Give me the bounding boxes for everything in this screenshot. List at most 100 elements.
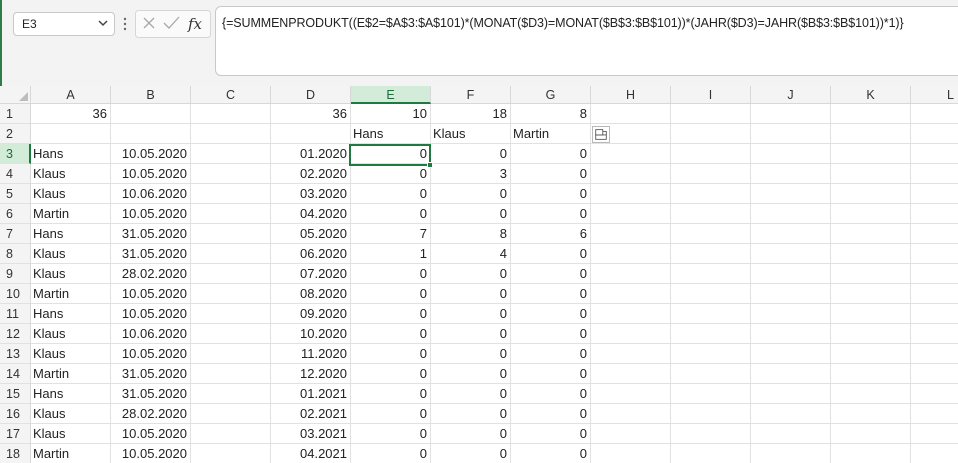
cell-d13[interactable]: 11.2020	[271, 344, 351, 364]
cell-f12[interactable]: 0	[431, 324, 511, 344]
cell-k16[interactable]	[831, 404, 911, 424]
cell-g16[interactable]: 0	[511, 404, 591, 424]
column-header-e[interactable]: E	[351, 86, 431, 104]
cell-b14[interactable]: 31.05.2020	[111, 364, 191, 384]
cell-j14[interactable]	[751, 364, 831, 384]
cell-l14[interactable]	[911, 364, 958, 384]
cell-l13[interactable]	[911, 344, 958, 364]
cell-i9[interactable]	[671, 264, 751, 284]
cell-g10[interactable]: 0	[511, 284, 591, 304]
cell-a5[interactable]: Klaus	[31, 184, 111, 204]
column-header-a[interactable]: A	[31, 86, 111, 104]
cell-i3[interactable]	[671, 144, 751, 164]
cell-i10[interactable]	[671, 284, 751, 304]
row-header-8[interactable]: 8	[0, 244, 31, 264]
cell-k10[interactable]	[831, 284, 911, 304]
cell-l16[interactable]	[911, 404, 958, 424]
cell-d17[interactable]: 03.2021	[271, 424, 351, 444]
cell-d10[interactable]: 08.2020	[271, 284, 351, 304]
cell-h15[interactable]	[591, 384, 671, 404]
cell-j9[interactable]	[751, 264, 831, 284]
cell-g1[interactable]: 8	[511, 104, 591, 124]
row-header-5[interactable]: 5	[0, 184, 31, 204]
cell-a2[interactable]	[31, 124, 111, 144]
cell-d16[interactable]: 02.2021	[271, 404, 351, 424]
cell-a4[interactable]: Klaus	[31, 164, 111, 184]
cell-d4[interactable]: 02.2020	[271, 164, 351, 184]
cell-f7[interactable]: 8	[431, 224, 511, 244]
cell-g4[interactable]: 0	[511, 164, 591, 184]
cell-k14[interactable]	[831, 364, 911, 384]
cell-g3[interactable]: 0	[511, 144, 591, 164]
row-header-11[interactable]: 11	[0, 304, 31, 324]
cell-k2[interactable]	[831, 124, 911, 144]
cell-j7[interactable]	[751, 224, 831, 244]
cell-a18[interactable]: Martin	[31, 444, 111, 463]
cell-b16[interactable]: 28.02.2020	[111, 404, 191, 424]
cell-f1[interactable]: 18	[431, 104, 511, 124]
cell-a14[interactable]: Martin	[31, 364, 111, 384]
cell-l12[interactable]	[911, 324, 958, 344]
cell-f5[interactable]: 0	[431, 184, 511, 204]
cell-b12[interactable]: 10.06.2020	[111, 324, 191, 344]
cell-e13[interactable]: 0	[351, 344, 431, 364]
cell-i5[interactable]	[671, 184, 751, 204]
cell-l11[interactable]	[911, 304, 958, 324]
column-header-c[interactable]: C	[191, 86, 271, 104]
row-header-3[interactable]: 3	[0, 144, 31, 164]
cell-l7[interactable]	[911, 224, 958, 244]
cell-d7[interactable]: 05.2020	[271, 224, 351, 244]
cell-h18[interactable]	[591, 444, 671, 463]
cell-i6[interactable]	[671, 204, 751, 224]
cell-f6[interactable]: 0	[431, 204, 511, 224]
cell-c8[interactable]	[191, 244, 271, 264]
cell-i8[interactable]	[671, 244, 751, 264]
cell-e12[interactable]: 0	[351, 324, 431, 344]
cell-k5[interactable]	[831, 184, 911, 204]
cell-k4[interactable]	[831, 164, 911, 184]
cell-g15[interactable]: 0	[511, 384, 591, 404]
row-header-16[interactable]: 16	[0, 404, 31, 424]
cell-h1[interactable]	[591, 104, 671, 124]
cell-g6[interactable]: 0	[511, 204, 591, 224]
cell-d5[interactable]: 03.2020	[271, 184, 351, 204]
cell-c9[interactable]	[191, 264, 271, 284]
cell-d14[interactable]: 12.2020	[271, 364, 351, 384]
column-header-g[interactable]: G	[511, 86, 591, 104]
cell-b4[interactable]: 10.05.2020	[111, 164, 191, 184]
cell-f8[interactable]: 4	[431, 244, 511, 264]
cell-h3[interactable]	[591, 144, 671, 164]
cell-e7[interactable]: 7	[351, 224, 431, 244]
cell-c10[interactable]	[191, 284, 271, 304]
cell-a9[interactable]: Klaus	[31, 264, 111, 284]
cell-j15[interactable]	[751, 384, 831, 404]
cell-b7[interactable]: 31.05.2020	[111, 224, 191, 244]
cell-d8[interactable]: 06.2020	[271, 244, 351, 264]
cell-l2[interactable]	[911, 124, 958, 144]
cell-i14[interactable]	[671, 364, 751, 384]
cell-g2[interactable]: Martin	[511, 124, 591, 144]
cell-b9[interactable]: 28.02.2020	[111, 264, 191, 284]
column-header-i[interactable]: I	[671, 86, 751, 104]
cell-l6[interactable]	[911, 204, 958, 224]
cell-k7[interactable]	[831, 224, 911, 244]
cell-j4[interactable]	[751, 164, 831, 184]
cell-c16[interactable]	[191, 404, 271, 424]
cell-c15[interactable]	[191, 384, 271, 404]
cell-c5[interactable]	[191, 184, 271, 204]
cell-f13[interactable]: 0	[431, 344, 511, 364]
cell-i16[interactable]	[671, 404, 751, 424]
cell-i17[interactable]	[671, 424, 751, 444]
cell-g8[interactable]: 0	[511, 244, 591, 264]
cell-l9[interactable]	[911, 264, 958, 284]
cell-g11[interactable]: 0	[511, 304, 591, 324]
cell-l1[interactable]	[911, 104, 958, 124]
cell-b5[interactable]: 10.06.2020	[111, 184, 191, 204]
cell-b2[interactable]	[111, 124, 191, 144]
cell-h12[interactable]	[591, 324, 671, 344]
cell-g5[interactable]: 0	[511, 184, 591, 204]
cell-c11[interactable]	[191, 304, 271, 324]
cell-j10[interactable]	[751, 284, 831, 304]
cell-k17[interactable]	[831, 424, 911, 444]
cell-b10[interactable]: 10.05.2020	[111, 284, 191, 304]
